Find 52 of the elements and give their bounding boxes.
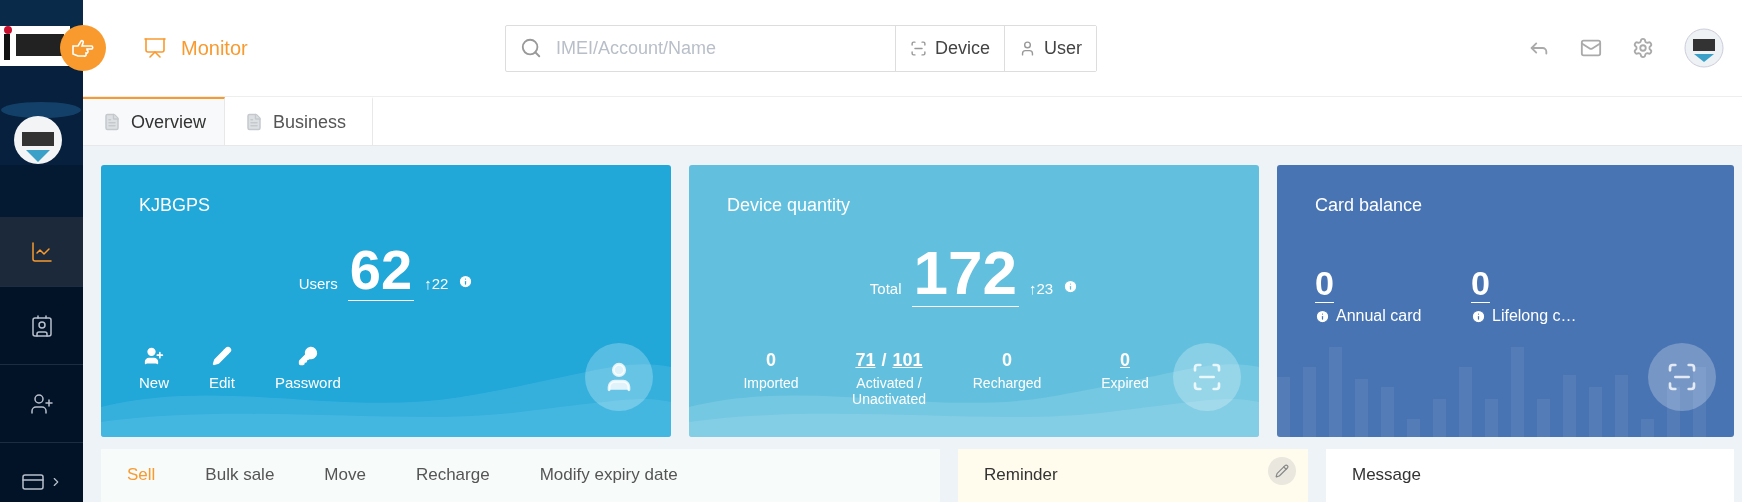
stat-value: 0 [1002,350,1012,371]
tab[interactable]: Move [324,465,366,502]
metric-value[interactable]: 62 [347,242,415,301]
stat-label: Activated / Unactivated [852,375,926,407]
tab[interactable]: Modify expiry date [539,465,678,502]
tab[interactable]: Recharge [415,465,490,502]
edit-button[interactable] [1268,457,1296,485]
pencil-icon [1275,464,1289,478]
info-icon[interactable] [1063,279,1079,294]
card-title: KJBGPS [139,195,212,216]
info-icon[interactable] [1315,308,1330,324]
add-user-icon [144,346,164,366]
balance-value[interactable]: 0 [1471,266,1490,303]
tab[interactable]: Bulk sale [205,465,275,502]
panel-title: Message [1352,465,1421,486]
card-action-button[interactable]: New [139,346,169,391]
hand-pointer-icon [71,38,95,58]
balance-label: Lifelong c… [1471,307,1591,325]
panel-title: Reminder [984,465,1058,486]
stat-label: Imported [743,375,799,391]
card-title: Card balance [1315,195,1424,216]
document-icon [245,113,263,131]
card-action-button[interactable]: Password [274,346,341,391]
info-icon[interactable] [458,274,474,289]
balance-value[interactable]: 0 [1315,266,1334,303]
user-icon [1019,39,1036,57]
add-user-icon [29,391,54,416]
presentation-board-icon [143,36,167,60]
card-action-button[interactable]: Edit [209,346,235,391]
hand-pointer-button[interactable] [60,25,106,71]
separator: / [881,350,887,371]
document-icon [103,113,121,131]
balance-label: Annual card [1315,307,1435,325]
pencil-icon [211,346,232,366]
settings-icon[interactable] [1632,37,1654,59]
search-icon [520,37,542,59]
stat-value: 0 [766,350,776,371]
metric-label: Users [298,275,338,292]
search-option-button[interactable]: User [1004,25,1096,71]
chart-icon [29,239,54,264]
tab[interactable]: Overview [83,97,225,145]
card-title: Device quantity [727,195,852,216]
contact-book-icon [29,313,54,338]
mail-icon[interactable] [1580,37,1602,59]
info-icon[interactable] [1471,308,1486,324]
metric-delta: ↑23 [1028,280,1054,297]
search-field[interactable]: IMEI/Account/Name Device User [505,24,1097,72]
metric-label: Total [869,280,902,297]
metric-delta: ↑22 [424,275,449,292]
stat-label: Expired [1101,375,1149,391]
stat-label: Recharged [972,375,1042,391]
key-icon [297,346,318,366]
